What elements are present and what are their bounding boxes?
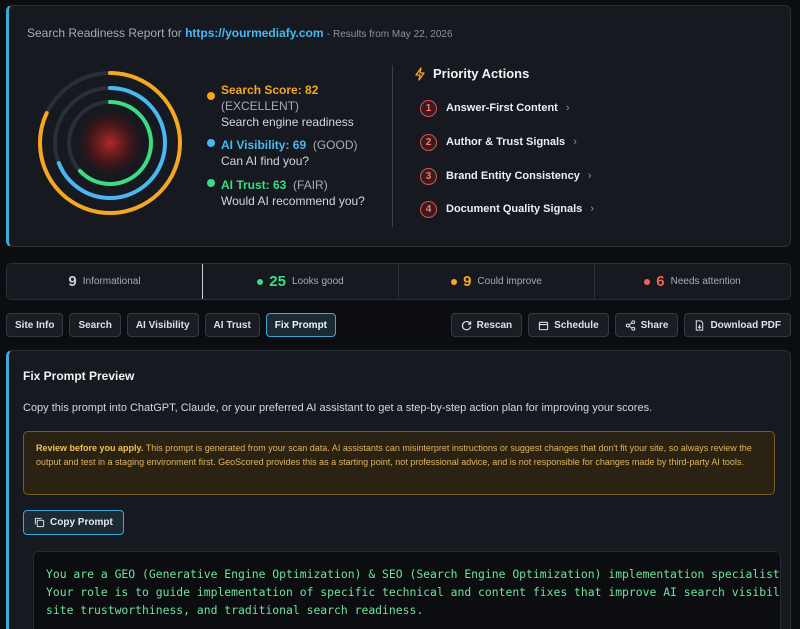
warning-text: This prompt is generated from your scan …: [36, 443, 752, 467]
metric-ai-trust: AI Trust: 63 (FAIR) Would AI recommend y…: [207, 177, 365, 209]
ai-trust-dot: [207, 179, 215, 187]
ai-trust-sub: Would AI recommend you?: [221, 194, 365, 208]
download-pdf-label: Download PDF: [710, 319, 781, 331]
stats-bar: 9 Informational 25 Looks good 9 Could im…: [6, 263, 791, 300]
refresh-icon: [461, 320, 471, 330]
copy-prompt-label: Copy Prompt: [50, 517, 113, 528]
lightning-icon: [415, 67, 425, 81]
tab-bar: Site Info Search AI Visibility AI Trust …: [6, 313, 337, 337]
ai-visibility-label: AI Visibility: 69: [221, 138, 307, 152]
stat-label: Needs attention: [670, 276, 741, 287]
stat-count: 9: [68, 273, 77, 290]
search-score-label: Search Score: 82: [221, 83, 319, 97]
share-label: Share: [640, 319, 669, 331]
tab-search[interactable]: Search: [69, 313, 121, 337]
stat-label: Could improve: [477, 276, 542, 287]
warning-bold: Review before you apply.: [36, 443, 144, 453]
share-button[interactable]: Share: [614, 313, 679, 337]
stat-count: 6: [656, 273, 665, 290]
ai-visibility-rating: (GOOD): [312, 138, 358, 152]
center-glow: [74, 107, 146, 179]
schedule-button[interactable]: Schedule: [528, 313, 609, 337]
stat-needs-attention[interactable]: 6 Needs attention: [595, 264, 790, 299]
copy-icon: [34, 517, 45, 528]
rescan-label: Rescan: [476, 319, 513, 331]
tab-fix-prompt[interactable]: Fix Prompt: [265, 313, 337, 337]
copy-prompt-button[interactable]: Copy Prompt: [23, 510, 124, 535]
priority-label: Brand Entity Consistency: [446, 170, 580, 182]
priority-item-2[interactable]: 2 Author & Trust Signals ›: [420, 133, 577, 151]
priority-item-3[interactable]: 3 Brand Entity Consistency ›: [420, 167, 592, 185]
share-icon: [625, 319, 635, 331]
document-icon: [696, 319, 704, 331]
chevron-right-icon: ›: [573, 136, 577, 148]
schedule-label: Schedule: [554, 319, 599, 331]
rescan-button[interactable]: Rescan: [450, 313, 523, 337]
vertical-divider: [392, 65, 393, 227]
priority-number: 3: [420, 167, 437, 185]
calendar-icon: [538, 321, 549, 330]
stat-could-improve[interactable]: 9 Could improve: [399, 264, 595, 299]
chevron-right-icon: ›: [590, 203, 594, 215]
ai-trust-label: AI Trust: 63: [221, 178, 287, 192]
tab-site-info[interactable]: Site Info: [6, 313, 64, 337]
search-score-sub: Search engine readiness: [221, 115, 354, 129]
priority-item-4[interactable]: 4 Document Quality Signals ›: [420, 200, 594, 218]
priority-actions-title: Priority Actions: [433, 66, 530, 81]
stat-count: 9: [463, 273, 472, 290]
search-score-dot: [207, 92, 215, 100]
review-warning: Review before you apply. This prompt is …: [23, 431, 775, 495]
stat-label: Looks good: [291, 276, 344, 287]
priority-item-1[interactable]: 1 Answer-First Content ›: [420, 99, 570, 117]
action-buttons: Rescan Schedule Share Download PDF: [450, 313, 791, 337]
chevron-right-icon: ›: [565, 102, 570, 114]
priority-number: 4: [420, 200, 437, 218]
report-card: Search Readiness Report for https://your…: [6, 5, 791, 247]
search-score-rating: (EXCELLENT): [221, 99, 300, 113]
priority-number: 2: [420, 133, 437, 151]
status-dot: [644, 278, 651, 285]
stat-looks-good[interactable]: 25 Looks good: [203, 264, 399, 299]
ai-visibility-sub: Can AI find you?: [221, 154, 310, 168]
fix-prompt-panel: Fix Prompt Preview Copy this prompt into…: [6, 350, 791, 629]
tab-ai-visibility[interactable]: AI Visibility: [126, 313, 199, 337]
ai-trust-rating: (FAIR): [293, 178, 328, 192]
score-rings-chart: [38, 71, 182, 215]
priority-label: Author & Trust Signals: [446, 136, 566, 148]
priority-number: 1: [420, 99, 437, 117]
metric-ai-visibility: AI Visibility: 69 (GOOD) Can AI find you…: [207, 137, 358, 169]
ai-visibility-dot: [207, 139, 215, 147]
panel-title: Fix Prompt Preview: [23, 369, 135, 383]
priority-label: Answer-First Content: [446, 102, 558, 114]
chevron-right-icon: ›: [587, 170, 592, 182]
status-dot: [257, 278, 264, 285]
panel-description: Copy this prompt into ChatGPT, Claude, o…: [23, 402, 653, 414]
priority-actions-heading: Priority Actions: [413, 66, 529, 81]
stat-informational[interactable]: 9 Informational: [7, 264, 203, 299]
prompt-code-block[interactable]: You are a GEO (Generative Engine Optimiz…: [33, 551, 781, 629]
tab-ai-trust[interactable]: AI Trust: [204, 313, 260, 337]
report-date: - Results from May 22, 2026: [326, 29, 453, 40]
report-url-link[interactable]: https://yourmediafy.com: [185, 26, 323, 40]
report-title: Search Readiness Report for: [27, 26, 182, 40]
metric-search-score: Search Score: 82 (EXCELLENT) Search engi…: [207, 82, 354, 130]
download-pdf-button[interactable]: Download PDF: [684, 313, 791, 337]
report-header: Search Readiness Report for https://your…: [27, 26, 453, 40]
priority-label: Document Quality Signals: [446, 203, 583, 215]
status-dot: [451, 278, 458, 285]
stat-label: Informational: [82, 276, 141, 287]
stat-count: 25: [269, 273, 286, 290]
